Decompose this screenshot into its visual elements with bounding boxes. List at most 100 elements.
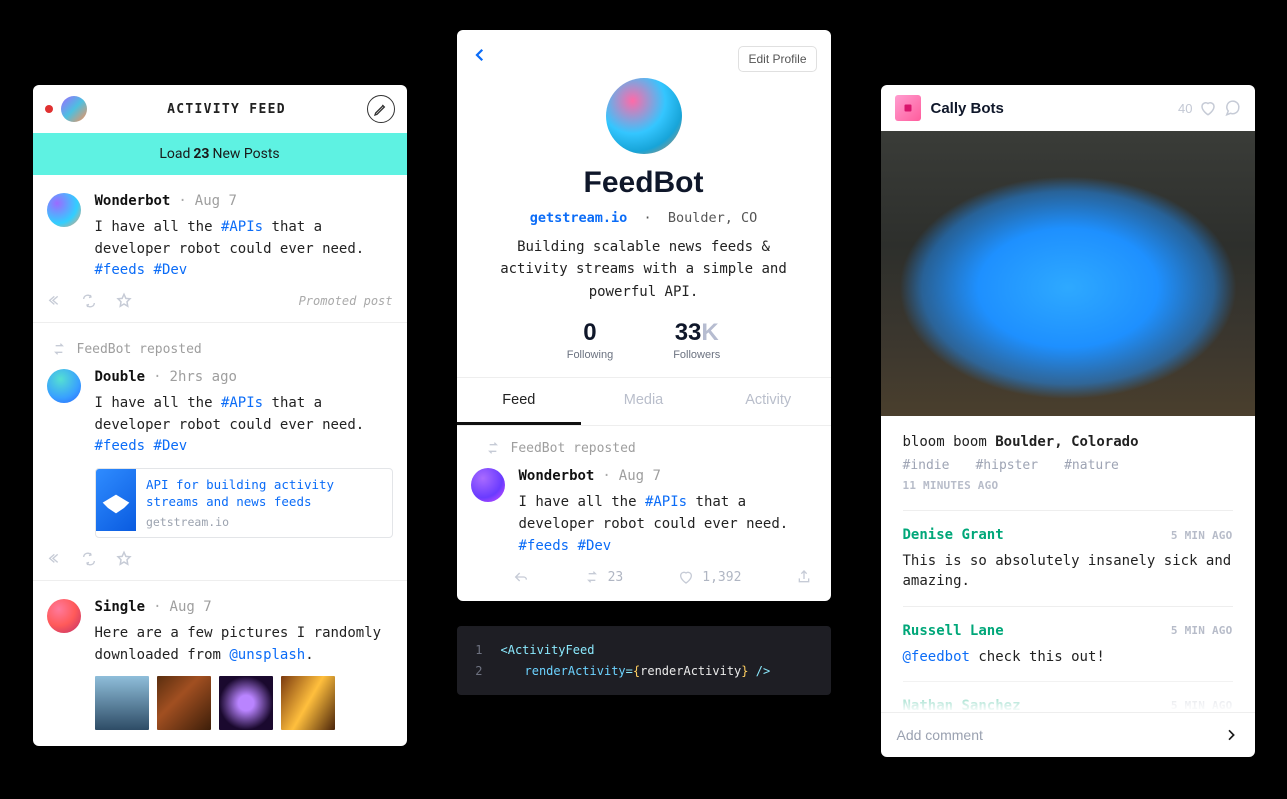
author-avatar[interactable] — [47, 369, 81, 403]
promoted-label: Promoted post — [299, 294, 393, 308]
compose-button[interactable] — [367, 95, 395, 123]
author-avatar[interactable] — [47, 193, 81, 227]
stat-number: 0 — [567, 319, 613, 347]
profile-meta: getstream.io · Boulder, CO — [481, 210, 807, 226]
current-user-avatar[interactable] — [61, 96, 87, 122]
post-detail-panel: Cally Bots 40 bloom boom Boulder, Colora… — [881, 85, 1255, 757]
add-comment-bar[interactable]: Add comment — [881, 712, 1255, 757]
link-card-domain: getstream.io — [146, 515, 382, 529]
reply-icon[interactable] — [47, 293, 63, 309]
post-hero-image[interactable] — [881, 131, 1255, 416]
comment-item: Denise Grant 5 MIN AGO This is so absolu… — [903, 510, 1233, 606]
author-name[interactable]: Wonderbot — [95, 193, 171, 209]
comment-time: 5 MIN AGO — [1171, 529, 1233, 542]
feed-header: ACTIVITY FEED — [33, 85, 407, 133]
tab-media[interactable]: Media — [581, 378, 706, 425]
profile-tabs: Feed Media Activity — [457, 377, 831, 425]
hashtag[interactable]: #APIs — [221, 395, 263, 411]
tab-feed[interactable]: Feed — [457, 378, 582, 425]
comment-body: This is so absolutely insanely sick and … — [903, 551, 1233, 592]
stat-followers[interactable]: 33K Followers — [673, 319, 720, 361]
like-count: 40 — [1178, 101, 1192, 116]
repost-icon[interactable] — [81, 293, 97, 309]
line-number: 1 — [473, 640, 483, 660]
comment-icon[interactable] — [1223, 99, 1241, 117]
post-text: Here are a few pictures I randomly downl… — [95, 623, 393, 666]
comment-author[interactable]: Russell Lane — [903, 623, 1004, 639]
load-new-posts-button[interactable]: Load 23 New Posts — [33, 133, 407, 175]
comment-item: Nathan Sanchez 5 MIN AGO — [903, 681, 1233, 712]
link-card-title: API for building activity streams and ne… — [146, 477, 382, 511]
tab-activity[interactable]: Activity — [706, 378, 831, 425]
author-avatar[interactable] — [471, 468, 505, 502]
star-icon[interactable] — [115, 550, 133, 568]
repost-label: FeedBot reposted — [77, 342, 202, 357]
comment-time: 5 MIN AGO — [1171, 624, 1233, 637]
author-name[interactable]: Double — [95, 369, 146, 385]
comment-author[interactable]: Nathan Sanchez — [903, 698, 1021, 712]
image-attachments — [95, 676, 393, 730]
post-timestamp: Aug 7 — [170, 599, 212, 615]
hashtag[interactable]: #hipster — [975, 458, 1038, 473]
paper-boat-icon — [100, 484, 132, 516]
hashtag[interactable]: #APIs — [645, 494, 687, 510]
hashtag[interactable]: #Dev — [154, 262, 188, 278]
image-thumb[interactable] — [219, 676, 273, 730]
author-name[interactable]: Wonderbot — [519, 468, 595, 484]
hashtag[interactable]: #Dev — [578, 538, 612, 554]
star-icon[interactable] — [115, 292, 133, 310]
profile-avatar[interactable] — [606, 78, 682, 154]
author-avatar[interactable] — [47, 599, 81, 633]
hashtag[interactable]: #indie — [903, 458, 950, 473]
hashtag[interactable]: #Dev — [154, 438, 188, 454]
profile-panel: Edit Profile FeedBot getstream.io · Boul… — [457, 30, 831, 601]
add-comment-placeholder: Add comment — [897, 727, 983, 743]
hashtag[interactable]: #feeds — [95, 262, 146, 278]
comment-time: 5 MIN AGO — [1171, 699, 1233, 712]
robot-mini-icon — [901, 101, 915, 115]
status-dot-icon — [45, 105, 53, 113]
author-name[interactable]: Single — [95, 599, 146, 615]
image-thumb[interactable] — [281, 676, 335, 730]
share-button[interactable] — [796, 569, 812, 585]
post-caption: bloom boom Boulder, Colorado — [903, 434, 1233, 450]
activity-feed-panel: ACTIVITY FEED Load 23 New Posts Wonderbo… — [33, 85, 407, 746]
profile-name: FeedBot — [481, 166, 807, 200]
hashtag[interactable]: #APIs — [221, 219, 263, 235]
profile-feed-post: FeedBot reposted Wonderbot · Aug 7 I hav… — [457, 425, 831, 601]
reply-icon[interactable] — [47, 551, 63, 567]
comment-author[interactable]: Denise Grant — [903, 527, 1004, 543]
post-timestamp: 2hrs ago — [170, 369, 237, 385]
reply-button[interactable] — [513, 569, 529, 585]
image-thumb[interactable] — [157, 676, 211, 730]
chevron-right-icon[interactable] — [1223, 727, 1239, 743]
back-button[interactable] — [471, 46, 489, 64]
hashtag[interactable]: #feeds — [519, 538, 570, 554]
stat-label: Following — [567, 349, 613, 361]
like-button[interactable]: 1,392 — [678, 569, 741, 585]
author-avatar[interactable] — [895, 95, 921, 121]
heart-icon[interactable] — [1199, 99, 1217, 117]
like-section: 40 — [1178, 99, 1240, 117]
stat-following[interactable]: 0 Following — [567, 319, 613, 361]
feed-title: ACTIVITY FEED — [87, 102, 367, 117]
post-actions: 23 1,392 — [513, 569, 813, 585]
loadbar-count: 23 — [193, 146, 209, 162]
hashtag[interactable]: #feeds — [95, 438, 146, 454]
mention[interactable]: @feedbot — [903, 649, 970, 665]
hashtag[interactable]: #nature — [1064, 458, 1119, 473]
stat-label: Followers — [673, 349, 720, 361]
repost-count: 23 — [608, 570, 624, 585]
repost-button[interactable]: 23 — [584, 569, 624, 585]
mention[interactable]: @unsplash — [229, 647, 305, 663]
reply-arrow-icon — [513, 569, 529, 585]
author-name[interactable]: Cally Bots — [931, 100, 1169, 117]
image-thumb[interactable] — [95, 676, 149, 730]
hashtag-row: #indie #hipster #nature — [903, 458, 1233, 473]
repost-icon[interactable] — [81, 551, 97, 567]
share-icon — [796, 569, 812, 585]
link-card[interactable]: API for building activity streams and ne… — [95, 468, 393, 538]
repost-small-icon — [51, 341, 67, 357]
edit-profile-button[interactable]: Edit Profile — [738, 46, 816, 72]
profile-website[interactable]: getstream.io — [530, 210, 628, 226]
